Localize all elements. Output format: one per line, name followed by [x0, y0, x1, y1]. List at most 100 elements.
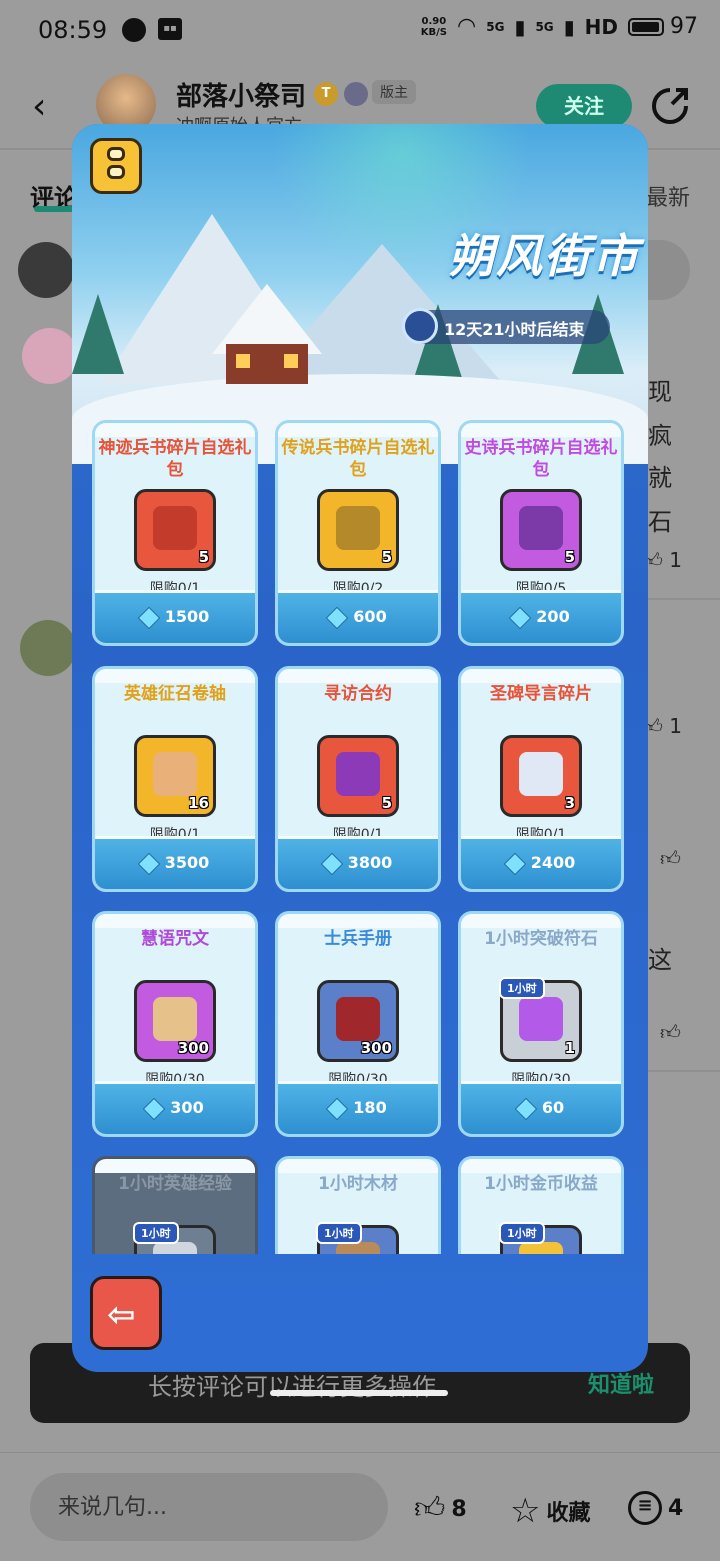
clock-icon — [402, 308, 438, 344]
arrow-left-icon: ⇦ — [107, 1295, 136, 1335]
item-icon: 1小时 — [133, 1222, 216, 1254]
shop-item-card[interactable]: 1小时金币收益 1小时 — [458, 1156, 624, 1254]
price-bar[interactable]: 2400 — [461, 836, 621, 889]
thumbs-up-icon: 👍︎ — [414, 1491, 446, 1526]
price-bar[interactable]: 3500 — [95, 836, 255, 889]
notification-icons: ▪▪ — [122, 18, 182, 42]
shop-item-card[interactable]: 史诗兵书碎片自选礼包 5 限购0/5 200 — [458, 420, 624, 646]
moderator-badge: 版主 — [372, 80, 416, 104]
shop-item-card[interactable]: 1小时木材 1小时 — [275, 1156, 441, 1254]
thumbs-up-icon[interactable]: 👍︎ — [660, 846, 681, 871]
menu-button[interactable] — [90, 138, 142, 194]
item-count: 300 — [360, 1039, 392, 1057]
comment-text: 就 — [648, 464, 672, 492]
item-price: 2400 — [461, 852, 621, 875]
comment-like-2[interactable]: 👍︎ 1 — [642, 714, 682, 739]
game-shop-overlay: 朔风街市 12天21小时后结束 神迹兵书碎片自选礼包 5 限购0/1 1500 传说兵书… — [72, 124, 648, 1372]
item-count: 5 — [381, 548, 392, 566]
item-name: 1小时英雄经验 — [118, 1174, 232, 1194]
shop-item-card[interactable]: 1小时英雄经验 1小时 — [92, 1156, 258, 1254]
item-name: 慧语咒文 — [141, 929, 209, 949]
item-price: 200 — [461, 606, 621, 629]
level-badge-icon: T — [314, 82, 338, 106]
price-bar[interactable]: 200 — [461, 590, 621, 643]
item-name: 英雄征召卷轴 — [124, 684, 226, 704]
commenter-avatar-3[interactable] — [20, 620, 76, 676]
signal-bars-icon: ▮ — [514, 14, 526, 39]
shop-item-card[interactable]: 士兵手册 300 限购0/30 180 — [275, 911, 441, 1137]
comment-count: 4 — [668, 1495, 684, 1521]
cabin — [212, 284, 322, 384]
signal-icon: 5G — [486, 19, 505, 34]
notification-dot-icon — [122, 18, 146, 42]
gem-icon — [508, 606, 532, 629]
item-price: 180 — [278, 1097, 438, 1120]
item-price: 3800 — [278, 852, 438, 875]
wifi-icon: ◠ — [457, 14, 477, 39]
item-name: 寻访合约 — [324, 684, 392, 704]
moderator-icon — [344, 82, 368, 106]
status-right: 0.90 KB/S ◠ 5G ▮ 5G ▮ HD 97 — [421, 14, 698, 39]
username[interactable]: 部落小祭司 — [176, 76, 306, 113]
battery: 97 — [628, 14, 698, 39]
thumbs-up-icon[interactable]: 👍︎ — [660, 1020, 681, 1045]
item-icon: 1小时 1 — [499, 977, 582, 1062]
menu-icon — [107, 147, 125, 161]
gem-icon — [325, 606, 349, 629]
tab-latest[interactable]: 最新 — [646, 180, 690, 212]
chevron-left-icon[interactable]: ‹ — [32, 86, 46, 127]
shop-item-card[interactable]: 神迹兵书碎片自选礼包 5 限购0/1 1500 — [92, 420, 258, 646]
comment-input[interactable] — [30, 1473, 388, 1541]
tab-underline — [34, 206, 74, 212]
item-price: 3500 — [95, 852, 255, 875]
price-bar[interactable]: 60 — [461, 1081, 621, 1134]
share-icon[interactable] — [650, 86, 690, 126]
price-bar[interactable]: 180 — [278, 1081, 438, 1134]
duration-tag: 1小时 — [133, 1222, 179, 1244]
item-count: 16 — [188, 794, 209, 812]
comment-icon: ≡ — [628, 1491, 662, 1525]
item-count: 3 — [564, 794, 575, 812]
tree — [72, 294, 124, 374]
favorite-label: 收藏 — [546, 1501, 591, 1526]
price-bar[interactable]: 1500 — [95, 590, 255, 643]
item-name: 士兵手册 — [324, 929, 392, 949]
price-bar[interactable]: 300 — [95, 1081, 255, 1134]
comment-text: 石 — [648, 508, 672, 536]
comment-button[interactable]: ≡ 4 — [628, 1491, 683, 1525]
item-name: 神迹兵书碎片自选礼包 — [98, 438, 252, 480]
shop-item-card[interactable]: 传说兵书碎片自选礼包 5 限购0/2 600 — [275, 420, 441, 646]
gem-icon — [325, 1097, 349, 1120]
battery-level: 97 — [670, 14, 698, 39]
bottom-bar: 👍︎ 8 ☆ 收藏 ≡ 4 — [0, 1452, 720, 1561]
toast-message: 长按评论可以进行更多操作 — [148, 1373, 436, 1401]
duration-tag: 1小时 — [499, 1222, 545, 1244]
like-button[interactable]: 👍︎ 8 — [414, 1491, 467, 1527]
event-timer: 12天21小时后结束 — [402, 308, 610, 344]
shop-item-card[interactable]: 慧语咒文 300 限购0/30 300 — [92, 911, 258, 1137]
return-button[interactable]: ⇦ — [90, 1276, 162, 1350]
item-price: 300 — [95, 1097, 255, 1120]
gem-icon — [514, 1097, 538, 1120]
follow-button[interactable]: 关注 — [536, 84, 632, 128]
price-bar[interactable]: 3800 — [278, 836, 438, 889]
shop-item-card[interactable]: 寻访合约 5 限购0/1 3800 — [275, 666, 441, 892]
item-count: 5 — [564, 548, 575, 566]
item-price: 1500 — [95, 606, 255, 629]
commenter-avatar-2[interactable] — [22, 328, 78, 384]
commenter-avatar[interactable] — [18, 242, 74, 298]
net-speed: 0.90 KB/S — [420, 15, 448, 38]
gem-icon — [137, 606, 161, 629]
shop-item-card[interactable]: 圣碑导言碎片 3 限购0/1 2400 — [458, 666, 624, 892]
favorite-button[interactable]: ☆ 收藏 — [510, 1491, 591, 1531]
item-icon: 5 — [317, 489, 399, 571]
item-price: 600 — [278, 606, 438, 629]
shop-item-card[interactable]: 1小时突破符石 1小时 1 限购0/30 60 — [458, 911, 624, 1137]
item-name: 1小时金币收益 — [484, 1174, 598, 1194]
price-bar[interactable]: 600 — [278, 590, 438, 643]
comment-like[interactable]: 👍︎ 1 — [642, 548, 682, 573]
item-name: 圣碑导言碎片 — [490, 684, 592, 704]
home-indicator[interactable] — [270, 1390, 448, 1396]
shop-item-card[interactable]: 英雄征召卷轴 16 限购0/1 3500 — [92, 666, 258, 892]
star-icon: ☆ — [510, 1491, 541, 1531]
